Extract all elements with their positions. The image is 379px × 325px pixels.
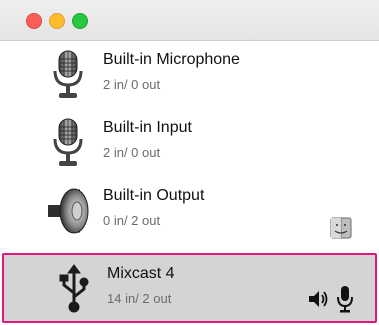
device-name: Mixcast 4 <box>107 265 175 282</box>
device-io: 14 in/ 2 out <box>107 291 172 306</box>
device-io: 2 in/ 0 out <box>103 77 161 92</box>
speaker-icon <box>48 188 89 234</box>
device-name: Built-in Output <box>103 187 205 204</box>
usb-icon <box>59 264 89 313</box>
minimize-button[interactable] <box>49 13 65 29</box>
device-row-built-in-output[interactable]: Built-in Output 0 in/ 2 out <box>0 177 379 245</box>
device-name: Built-in Microphone <box>103 51 240 68</box>
finder-icon <box>330 217 352 239</box>
speaker-volume-icon <box>309 291 328 307</box>
microphone-icon <box>53 118 83 166</box>
microphone-icon <box>53 50 83 98</box>
device-io: 0 in/ 2 out <box>103 213 161 228</box>
device-row-mixcast-4[interactable]: Mixcast 4 14 in/ 2 out <box>2 253 377 323</box>
device-name: Built-in Input <box>103 119 192 136</box>
device-row-built-in-microphone[interactable]: Built-in Microphone 2 in/ 0 out <box>0 41 379 109</box>
title-bar <box>0 0 379 41</box>
device-list: Built-in Microphone 2 in/ 0 out Built-in… <box>0 41 379 325</box>
device-io: 2 in/ 0 out <box>103 145 161 160</box>
zoom-button[interactable] <box>72 13 88 29</box>
audio-devices-window: Built-in Microphone 2 in/ 0 out Built-in… <box>0 0 379 325</box>
device-row-built-in-input[interactable]: Built-in Input 2 in/ 0 out <box>0 109 379 177</box>
close-button[interactable] <box>26 13 42 29</box>
microphone-small-icon <box>337 286 353 313</box>
